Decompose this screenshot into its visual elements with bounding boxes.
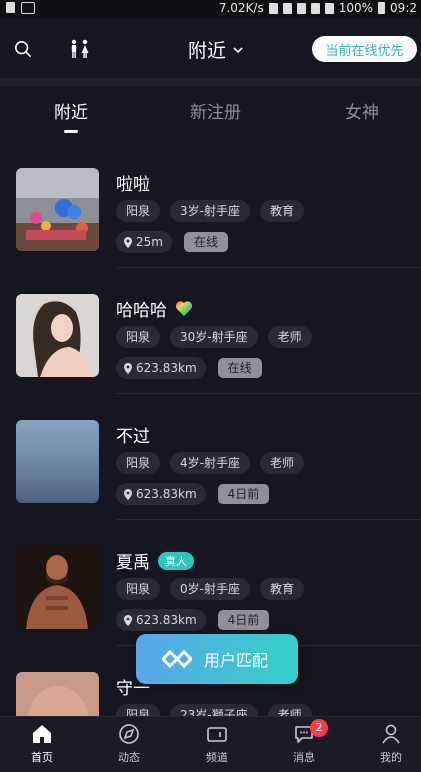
chevron-down-icon bbox=[233, 46, 243, 53]
top-header: 附近 当前在线优先 bbox=[0, 18, 421, 80]
tag-job: 教育 bbox=[259, 200, 304, 222]
notification-icon bbox=[6, 2, 15, 13]
list-item[interactable]: 啦啦 阳泉 3岁-射手座 教育 25m 在线 bbox=[0, 142, 421, 268]
net-speed: 7.02K/s bbox=[218, 1, 264, 15]
distance-chip: 623.83km bbox=[116, 357, 206, 379]
tag-age-sign: 4岁-射手座 bbox=[170, 452, 250, 474]
battery-icon bbox=[378, 2, 386, 14]
tab-nearby[interactable]: 附近 bbox=[54, 98, 88, 123]
status-badge: 4日前 bbox=[217, 610, 270, 630]
home-icon bbox=[33, 725, 51, 743]
avatar[interactable] bbox=[16, 168, 99, 251]
distance-chip: 623.83km bbox=[116, 609, 206, 631]
tab-new-register[interactable]: 新注册 bbox=[190, 98, 241, 123]
nav-home[interactable]: 首页 bbox=[12, 723, 72, 765]
nav-label: 我的 bbox=[380, 751, 402, 764]
tab-bar: 附近 新注册 女神 bbox=[0, 86, 421, 142]
location-pin-icon bbox=[124, 488, 132, 500]
video-icon bbox=[207, 727, 227, 742]
distance-text: 25m bbox=[136, 235, 163, 249]
list-item[interactable]: 哈哈哈 阳泉 30岁-射手座 老师 623.83km 在线 bbox=[0, 268, 421, 394]
compass-icon bbox=[119, 724, 139, 744]
location-title-dropdown[interactable]: 附近 bbox=[188, 36, 244, 63]
verified-badge: 真人 bbox=[158, 551, 194, 570]
lock-icon bbox=[268, 2, 278, 14]
location-pin-icon bbox=[124, 362, 132, 374]
location-pin-icon bbox=[124, 236, 132, 248]
location-pin-icon bbox=[124, 614, 132, 626]
battery-percent: 100% bbox=[338, 1, 374, 15]
profile-icon bbox=[382, 724, 400, 744]
nav-label: 首页 bbox=[31, 751, 53, 764]
user-name: 哈哈哈 bbox=[116, 301, 167, 321]
nav-label: 消息 bbox=[293, 751, 315, 764]
gender-filter-icon[interactable] bbox=[68, 39, 92, 59]
match-logo-icon bbox=[162, 649, 192, 669]
bottom-nav: 首页 动态 频道 消息 2 我的 bbox=[0, 716, 421, 772]
tag-age-sign: 30岁-射手座 bbox=[170, 326, 258, 348]
avatar[interactable] bbox=[16, 546, 99, 629]
status-badge: 4日前 bbox=[217, 484, 270, 504]
tag-city: 阳泉 bbox=[116, 200, 161, 222]
user-match-button[interactable]: 用户匹配 bbox=[136, 634, 298, 684]
user-name: 啦啦 bbox=[116, 175, 150, 195]
nav-profile[interactable]: 我的 bbox=[361, 723, 421, 765]
wifi-icon bbox=[310, 2, 320, 14]
activity-icon bbox=[21, 2, 35, 14]
list-item[interactable]: 夏禹 真人 阳泉 0岁-射手座 教育 623.83km 4日前 bbox=[0, 520, 421, 646]
search-icon[interactable] bbox=[14, 40, 32, 58]
tag-age-sign: 3岁-射手座 bbox=[170, 200, 250, 222]
distance-text: 623.83km bbox=[136, 361, 197, 375]
status-badge: 在线 bbox=[217, 358, 262, 378]
status-bar: 7.02K/s 100% 09:2 bbox=[0, 0, 421, 18]
nav-channel[interactable]: 频道 bbox=[187, 723, 247, 765]
distance-text: 623.83km bbox=[136, 613, 197, 627]
vibrate-icon bbox=[282, 2, 292, 14]
user-name: 不过 bbox=[116, 427, 150, 447]
tag-job: 教育 bbox=[259, 578, 304, 600]
tag-job: 老师 bbox=[259, 452, 304, 474]
active-tab-indicator bbox=[64, 130, 78, 133]
nav-label: 动态 bbox=[118, 751, 140, 764]
rainbow-heart-icon bbox=[175, 301, 193, 316]
tag-job: 老师 bbox=[267, 326, 312, 348]
unread-count-badge: 2 bbox=[310, 719, 328, 737]
match-button-label: 用户匹配 bbox=[204, 651, 269, 670]
signal-icon bbox=[324, 2, 334, 14]
distance-text: 623.83km bbox=[136, 487, 197, 501]
clock: 09:2 bbox=[390, 1, 417, 15]
user-name: 夏禹 bbox=[116, 553, 150, 573]
tag-age-sign: 0岁-射手座 bbox=[170, 578, 250, 600]
list-item[interactable]: 不过 阳泉 4岁-射手座 老师 623.83km 4日前 bbox=[0, 394, 421, 520]
avatar[interactable] bbox=[16, 420, 99, 503]
tag-city: 阳泉 bbox=[116, 326, 161, 348]
online-first-button[interactable]: 当前在线优先 bbox=[312, 36, 417, 62]
nfc-icon bbox=[296, 2, 306, 14]
tab-goddess[interactable]: 女神 bbox=[345, 98, 379, 123]
distance-chip: 25m bbox=[116, 231, 172, 253]
tag-city: 阳泉 bbox=[116, 578, 161, 600]
page-title: 附近 bbox=[188, 40, 227, 62]
nav-label: 频道 bbox=[206, 751, 228, 764]
nav-moments[interactable]: 动态 bbox=[99, 723, 159, 765]
avatar[interactable] bbox=[16, 294, 99, 377]
distance-chip: 623.83km bbox=[116, 483, 206, 505]
header-divider bbox=[0, 78, 421, 86]
tag-city: 阳泉 bbox=[116, 452, 161, 474]
nav-messages[interactable]: 消息 2 bbox=[274, 719, 334, 765]
status-badge: 在线 bbox=[183, 232, 228, 252]
